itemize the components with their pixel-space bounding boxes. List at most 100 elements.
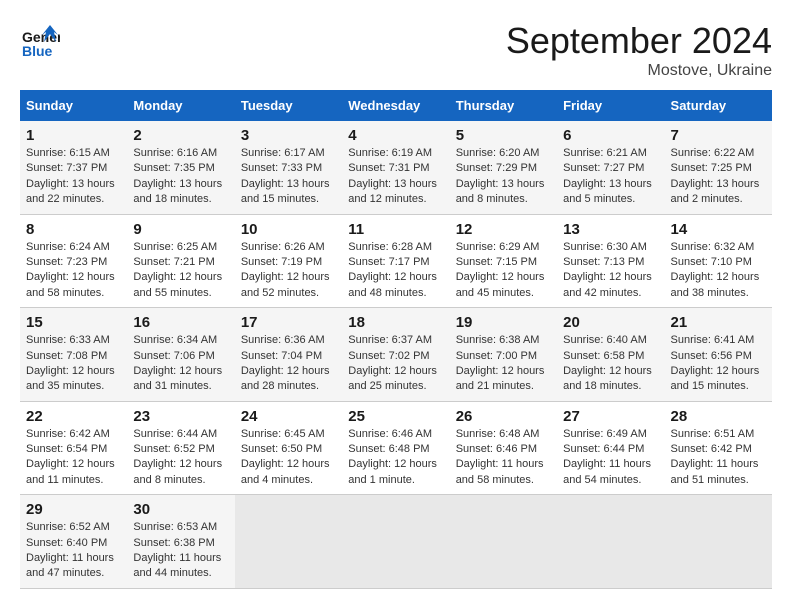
day-info: Sunrise: 6:20 AMSunset: 7:29 PMDaylight:… [456, 146, 551, 208]
day-info: Sunrise: 6:49 AMSunset: 6:44 PMDaylight:… [563, 427, 658, 489]
calendar-cell: 12 Sunrise: 6:29 AMSunset: 7:15 PMDaylig… [450, 214, 557, 308]
calendar-cell: 23 Sunrise: 6:44 AMSunset: 6:52 PMDaylig… [127, 401, 234, 495]
day-info: Sunrise: 6:40 AMSunset: 6:58 PMDaylight:… [563, 333, 658, 395]
calendar-cell: 24 Sunrise: 6:45 AMSunset: 6:50 PMDaylig… [235, 401, 342, 495]
calendar-row: 15 Sunrise: 6:33 AMSunset: 7:08 PMDaylig… [20, 308, 772, 402]
day-number: 10 [241, 221, 336, 238]
day-number: 2 [133, 127, 228, 144]
calendar-cell: 21 Sunrise: 6:41 AMSunset: 6:56 PMDaylig… [665, 308, 772, 402]
header-thursday: Thursday [450, 90, 557, 121]
day-number: 19 [456, 314, 551, 331]
day-number: 12 [456, 221, 551, 238]
day-info: Sunrise: 6:34 AMSunset: 7:06 PMDaylight:… [133, 333, 228, 395]
calendar-cell: 26 Sunrise: 6:48 AMSunset: 6:46 PMDaylig… [450, 401, 557, 495]
day-info: Sunrise: 6:28 AMSunset: 7:17 PMDaylight:… [348, 240, 443, 302]
calendar-cell: 15 Sunrise: 6:33 AMSunset: 7:08 PMDaylig… [20, 308, 127, 402]
day-number: 1 [26, 127, 121, 144]
day-info: Sunrise: 6:32 AMSunset: 7:10 PMDaylight:… [671, 240, 766, 302]
calendar-cell: 14 Sunrise: 6:32 AMSunset: 7:10 PMDaylig… [665, 214, 772, 308]
header-sunday: Sunday [20, 90, 127, 121]
day-info: Sunrise: 6:19 AMSunset: 7:31 PMDaylight:… [348, 146, 443, 208]
logo-icon: General Blue [20, 20, 60, 60]
day-info: Sunrise: 6:42 AMSunset: 6:54 PMDaylight:… [26, 427, 121, 489]
day-info: Sunrise: 6:24 AMSunset: 7:23 PMDaylight:… [26, 240, 121, 302]
day-info: Sunrise: 6:22 AMSunset: 7:25 PMDaylight:… [671, 146, 766, 208]
calendar-cell: 8 Sunrise: 6:24 AMSunset: 7:23 PMDayligh… [20, 214, 127, 308]
calendar-cell: 29 Sunrise: 6:52 AMSunset: 6:40 PMDaylig… [20, 495, 127, 589]
calendar-table: SundayMondayTuesdayWednesdayThursdayFrid… [20, 90, 772, 589]
month-title: September 2024 [506, 20, 772, 62]
page-header: General Blue September 2024 Mostove, Ukr… [20, 20, 772, 80]
day-info: Sunrise: 6:26 AMSunset: 7:19 PMDaylight:… [241, 240, 336, 302]
day-number: 17 [241, 314, 336, 331]
day-info: Sunrise: 6:29 AMSunset: 7:15 PMDaylight:… [456, 240, 551, 302]
day-number: 7 [671, 127, 766, 144]
calendar-cell [450, 495, 557, 589]
header-monday: Monday [127, 90, 234, 121]
calendar-cell: 18 Sunrise: 6:37 AMSunset: 7:02 PMDaylig… [342, 308, 449, 402]
day-info: Sunrise: 6:41 AMSunset: 6:56 PMDaylight:… [671, 333, 766, 395]
day-info: Sunrise: 6:38 AMSunset: 7:00 PMDaylight:… [456, 333, 551, 395]
calendar-cell [665, 495, 772, 589]
day-info: Sunrise: 6:25 AMSunset: 7:21 PMDaylight:… [133, 240, 228, 302]
calendar-cell: 16 Sunrise: 6:34 AMSunset: 7:06 PMDaylig… [127, 308, 234, 402]
calendar-row: 1 Sunrise: 6:15 AMSunset: 7:37 PMDayligh… [20, 121, 772, 214]
calendar-row: 22 Sunrise: 6:42 AMSunset: 6:54 PMDaylig… [20, 401, 772, 495]
day-number: 21 [671, 314, 766, 331]
day-number: 26 [456, 408, 551, 425]
header-wednesday: Wednesday [342, 90, 449, 121]
day-info: Sunrise: 6:16 AMSunset: 7:35 PMDaylight:… [133, 146, 228, 208]
day-number: 23 [133, 408, 228, 425]
day-number: 8 [26, 221, 121, 238]
calendar-cell [342, 495, 449, 589]
calendar-cell: 1 Sunrise: 6:15 AMSunset: 7:37 PMDayligh… [20, 121, 127, 214]
calendar-cell: 4 Sunrise: 6:19 AMSunset: 7:31 PMDayligh… [342, 121, 449, 214]
calendar-cell: 20 Sunrise: 6:40 AMSunset: 6:58 PMDaylig… [557, 308, 664, 402]
day-number: 16 [133, 314, 228, 331]
title-block: September 2024 Mostove, Ukraine [506, 20, 772, 80]
day-number: 4 [348, 127, 443, 144]
header-friday: Friday [557, 90, 664, 121]
header-tuesday: Tuesday [235, 90, 342, 121]
day-number: 5 [456, 127, 551, 144]
day-info: Sunrise: 6:30 AMSunset: 7:13 PMDaylight:… [563, 240, 658, 302]
calendar-cell: 27 Sunrise: 6:49 AMSunset: 6:44 PMDaylig… [557, 401, 664, 495]
day-number: 22 [26, 408, 121, 425]
calendar-cell: 6 Sunrise: 6:21 AMSunset: 7:27 PMDayligh… [557, 121, 664, 214]
calendar-cell: 28 Sunrise: 6:51 AMSunset: 6:42 PMDaylig… [665, 401, 772, 495]
header-saturday: Saturday [665, 90, 772, 121]
day-number: 24 [241, 408, 336, 425]
calendar-cell: 2 Sunrise: 6:16 AMSunset: 7:35 PMDayligh… [127, 121, 234, 214]
day-number: 6 [563, 127, 658, 144]
day-info: Sunrise: 6:53 AMSunset: 6:38 PMDaylight:… [133, 520, 228, 582]
location: Mostove, Ukraine [506, 62, 772, 80]
day-number: 20 [563, 314, 658, 331]
calendar-cell: 30 Sunrise: 6:53 AMSunset: 6:38 PMDaylig… [127, 495, 234, 589]
day-number: 11 [348, 221, 443, 238]
calendar-cell: 9 Sunrise: 6:25 AMSunset: 7:21 PMDayligh… [127, 214, 234, 308]
calendar-cell: 11 Sunrise: 6:28 AMSunset: 7:17 PMDaylig… [342, 214, 449, 308]
day-number: 18 [348, 314, 443, 331]
calendar-cell: 5 Sunrise: 6:20 AMSunset: 7:29 PMDayligh… [450, 121, 557, 214]
day-info: Sunrise: 6:45 AMSunset: 6:50 PMDaylight:… [241, 427, 336, 489]
day-info: Sunrise: 6:36 AMSunset: 7:04 PMDaylight:… [241, 333, 336, 395]
svg-text:Blue: Blue [22, 43, 53, 59]
logo: General Blue [20, 20, 60, 65]
day-number: 29 [26, 501, 121, 518]
calendar-cell [557, 495, 664, 589]
day-info: Sunrise: 6:46 AMSunset: 6:48 PMDaylight:… [348, 427, 443, 489]
day-number: 27 [563, 408, 658, 425]
calendar-cell: 10 Sunrise: 6:26 AMSunset: 7:19 PMDaylig… [235, 214, 342, 308]
calendar-cell: 22 Sunrise: 6:42 AMSunset: 6:54 PMDaylig… [20, 401, 127, 495]
day-number: 28 [671, 408, 766, 425]
day-info: Sunrise: 6:48 AMSunset: 6:46 PMDaylight:… [456, 427, 551, 489]
day-info: Sunrise: 6:21 AMSunset: 7:27 PMDaylight:… [563, 146, 658, 208]
day-number: 25 [348, 408, 443, 425]
calendar-row: 29 Sunrise: 6:52 AMSunset: 6:40 PMDaylig… [20, 495, 772, 589]
day-info: Sunrise: 6:44 AMSunset: 6:52 PMDaylight:… [133, 427, 228, 489]
day-info: Sunrise: 6:37 AMSunset: 7:02 PMDaylight:… [348, 333, 443, 395]
calendar-cell: 13 Sunrise: 6:30 AMSunset: 7:13 PMDaylig… [557, 214, 664, 308]
day-number: 30 [133, 501, 228, 518]
day-info: Sunrise: 6:33 AMSunset: 7:08 PMDaylight:… [26, 333, 121, 395]
calendar-header-row: SundayMondayTuesdayWednesdayThursdayFrid… [20, 90, 772, 121]
